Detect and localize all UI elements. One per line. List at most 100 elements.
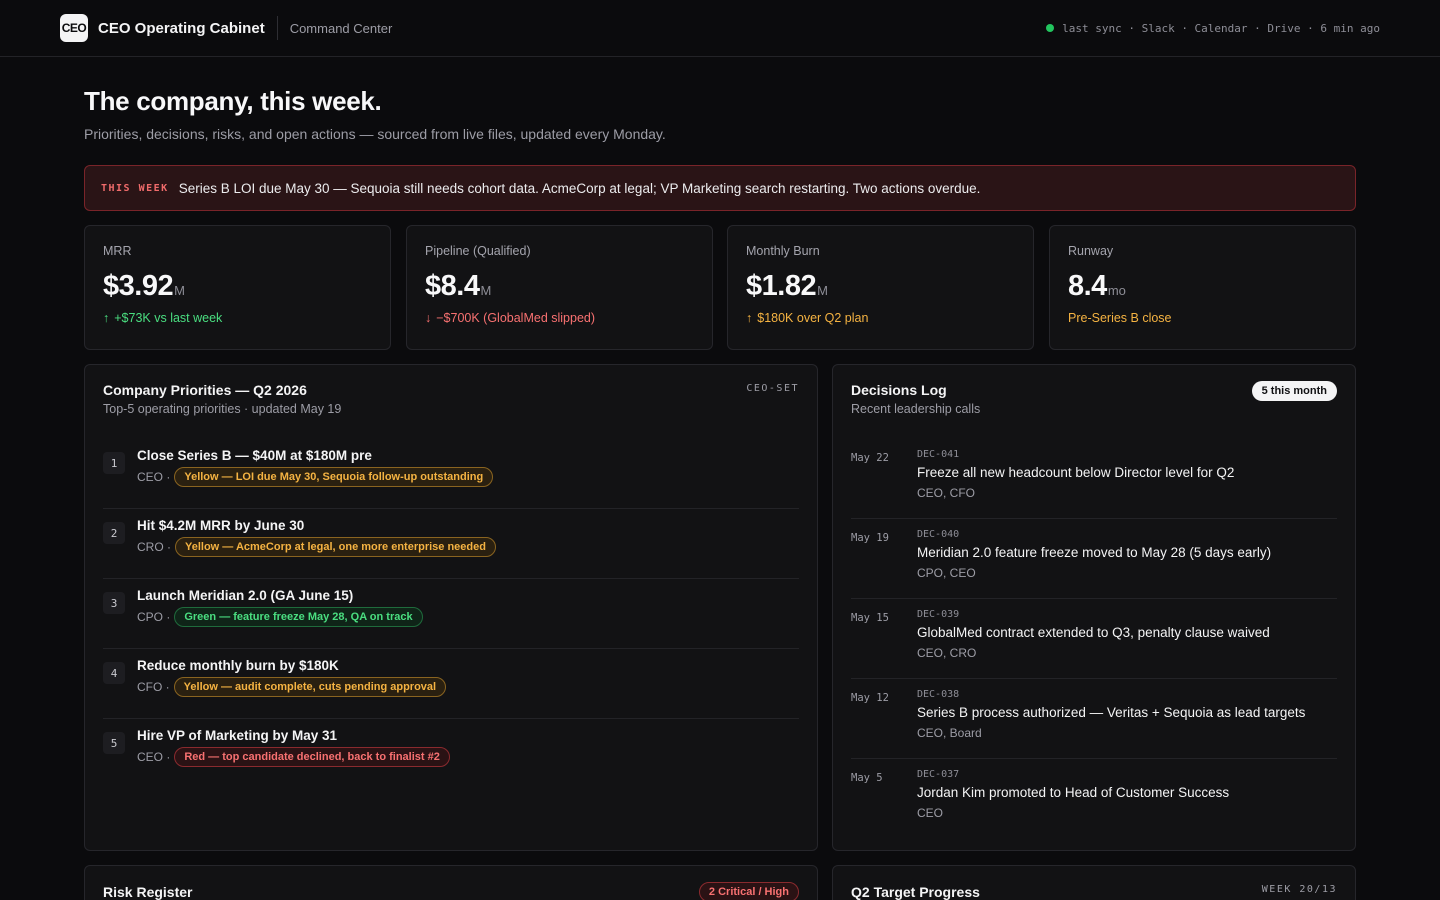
priority-number: 4 (103, 662, 125, 684)
decision-owner: CEO, CRO (917, 646, 977, 660)
decision-item[interactable]: May 22 DEC-041 Freeze all new headcount … (851, 439, 1337, 519)
kpi-delta-text: $180K over Q2 plan (757, 311, 869, 325)
panel-title: Company Priorities — Q2 2026 (103, 382, 307, 398)
logo[interactable]: CEO (60, 14, 88, 42)
decision-owner: CEO (917, 806, 944, 820)
kpi-label: Runway (1068, 244, 1114, 258)
kpi-label: Pipeline (Qualified) (425, 244, 531, 258)
page-subtitle: Priorities, decisions, risks, and open a… (84, 126, 666, 142)
decision-date: May 15 (851, 612, 889, 624)
kpi-delta: Pre-Series B close (1068, 311, 1337, 325)
status-badge: Yellow — audit complete, cuts pending ap… (173, 677, 447, 697)
panel-title: Risk Register (103, 884, 193, 900)
kpi-label: MRR (103, 244, 132, 258)
status-badge: Yellow — LOI due May 30, Sequoia follow-… (174, 467, 494, 487)
decision-item[interactable]: May 15 DEC-039 GlobalMed contract extend… (851, 599, 1337, 679)
brand-name[interactable]: CEO Operating Cabinet (98, 20, 265, 37)
decision-date: May 12 (851, 692, 889, 704)
kpi-delta-text: +$73K vs last week (114, 311, 223, 325)
decision-owner: CEO, Board (917, 726, 982, 740)
page-title: The company, this week. (84, 86, 382, 116)
decision-title: GlobalMed contract extended to Q3, penal… (917, 625, 1270, 640)
priority-item[interactable]: 3 Launch Meridian 2.0 (GA June 15) CPO ·… (103, 579, 799, 649)
priority-number: 1 (103, 452, 125, 474)
status-badge: Red — top candidate declined, back to fi… (174, 747, 450, 767)
decision-title: Freeze all new headcount below Director … (917, 465, 1235, 480)
panel-tag: CEO-SET (746, 383, 799, 394)
decision-title: Jordan Kim promoted to Head of Customer … (917, 785, 1230, 800)
priority-title: Reduce monthly burn by $180K (137, 658, 339, 673)
sync-status-text: last sync · Slack · Calendar · Drive · 6… (1062, 21, 1380, 35)
priority-title: Hire VP of Marketing by May 31 (137, 728, 338, 743)
decision-id: DEC-037 (917, 769, 960, 780)
kpi-card-pipeline[interactable]: Pipeline (Qualified) $8.4 M ↓ −$700K (Gl… (406, 225, 713, 350)
kpi-delta-text: −$700K (GlobalMed slipped) (436, 311, 596, 325)
decision-item[interactable]: May 12 DEC-038 Series B process authoriz… (851, 679, 1337, 759)
priority-title: Launch Meridian 2.0 (GA June 15) (137, 588, 354, 603)
decision-title: Series B process authorized — Veritas + … (917, 705, 1306, 720)
decision-date: May 19 (851, 532, 889, 544)
section-name[interactable]: Command Center (290, 21, 393, 36)
decision-list: May 22 DEC-041 Freeze all new headcount … (851, 439, 1337, 839)
priority-list: 1 Close Series B — $40M at $180M pre CEO… (103, 439, 799, 789)
kpi-delta-text: Pre-Series B close (1068, 311, 1172, 325)
kpi-unit: M (480, 283, 492, 298)
risk-count-badge: 2 Critical / High (698, 882, 799, 900)
panel-subtitle: Recent leadership calls (851, 402, 981, 416)
kpi-label: Monthly Burn (746, 244, 820, 258)
kpi-unit: M (174, 283, 185, 298)
arrow-down-icon: ↓ (425, 311, 432, 325)
decision-owner: CPO, CEO (917, 566, 976, 580)
kpi-value: $1.82 (746, 270, 817, 302)
decision-item[interactable]: May 5 DEC-037 Jordan Kim promoted to Hea… (851, 759, 1337, 839)
kpi-value: 8.4 (1068, 270, 1107, 302)
decision-item[interactable]: May 19 DEC-040 Meridian 2.0 feature free… (851, 519, 1337, 599)
panel-tag: WEEK 20/13 (1261, 884, 1337, 895)
alert-text: Series B LOI due May 30 — Sequoia still … (178, 180, 981, 196)
panel-title: Decisions Log (851, 382, 947, 398)
kpi-delta: ↓ −$700K (GlobalMed slipped) (425, 311, 694, 325)
priority-item[interactable]: 4 Reduce monthly burn by $180K CFO · Yel… (103, 649, 799, 719)
status-badge: Green — feature freeze May 28, QA on tra… (174, 607, 423, 627)
weekly-alert-banner: THIS WEEK Series B LOI due May 30 — Sequ… (84, 165, 1356, 211)
panel-title: Q2 Target Progress (851, 884, 980, 900)
target-progress-panel: Q2 Target Progress WEEK 20/13 (832, 865, 1356, 900)
arrow-up-icon: ↑ (746, 311, 753, 325)
priority-owner: CRO · (137, 540, 171, 554)
status-badge: Yellow — AcmeCorp at legal, one more ent… (175, 537, 496, 557)
decisions-count-badge: 5 this month (1251, 381, 1337, 401)
kpi-card-mrr[interactable]: MRR $3.92 M ↑ +$73K vs last week (84, 225, 391, 350)
priority-owner: CEO · (137, 750, 171, 764)
decision-date: May 22 (851, 452, 889, 464)
sync-status: last sync · Slack · Calendar · Drive · 6… (1046, 22, 1380, 35)
priority-number: 2 (103, 522, 125, 544)
risk-register-panel: Risk Register 2 Critical / High (84, 865, 818, 900)
top-bar: CEO CEO Operating Cabinet Command Center… (0, 0, 1440, 57)
priority-item[interactable]: 1 Close Series B — $40M at $180M pre CEO… (103, 439, 799, 509)
decision-title: Meridian 2.0 feature freeze moved to May… (917, 545, 1272, 560)
priority-item[interactable]: 2 Hit $4.2M MRR by June 30 CRO · Yellow … (103, 509, 799, 579)
kpi-value: $8.4 (425, 270, 480, 302)
decision-id: DEC-041 (917, 449, 960, 460)
decision-date: May 5 (851, 772, 883, 784)
decision-id: DEC-039 (917, 609, 960, 620)
kpi-unit: mo (1107, 283, 1126, 298)
decision-id: DEC-040 (917, 529, 960, 540)
priority-owner: CEO · (137, 470, 171, 484)
kpi-card-runway[interactable]: Runway 8.4 mo Pre-Series B close (1049, 225, 1356, 350)
alert-tag: THIS WEEK (101, 182, 169, 194)
priority-number: 3 (103, 592, 125, 614)
priorities-panel: Company Priorities — Q2 2026 Top-5 opera… (84, 364, 818, 851)
kpi-unit: M (817, 283, 828, 298)
priority-item[interactable]: 5 Hire VP of Marketing by May 31 CEO · R… (103, 719, 799, 789)
panel-subtitle: Top-5 operating priorities · updated May… (103, 402, 342, 416)
decision-id: DEC-038 (917, 689, 960, 700)
sync-status-dot-icon (1046, 24, 1055, 32)
decisions-panel: Decisions Log Recent leadership calls 5 … (832, 364, 1356, 851)
header-divider (276, 16, 278, 40)
kpi-card-burn[interactable]: Monthly Burn $1.82 M ↑ $180K over Q2 pla… (727, 225, 1034, 350)
kpi-delta: ↑ +$73K vs last week (103, 311, 372, 325)
priority-title: Close Series B — $40M at $180M pre (137, 448, 372, 463)
priority-number: 5 (103, 732, 125, 754)
priority-title: Hit $4.2M MRR by June 30 (137, 518, 305, 533)
